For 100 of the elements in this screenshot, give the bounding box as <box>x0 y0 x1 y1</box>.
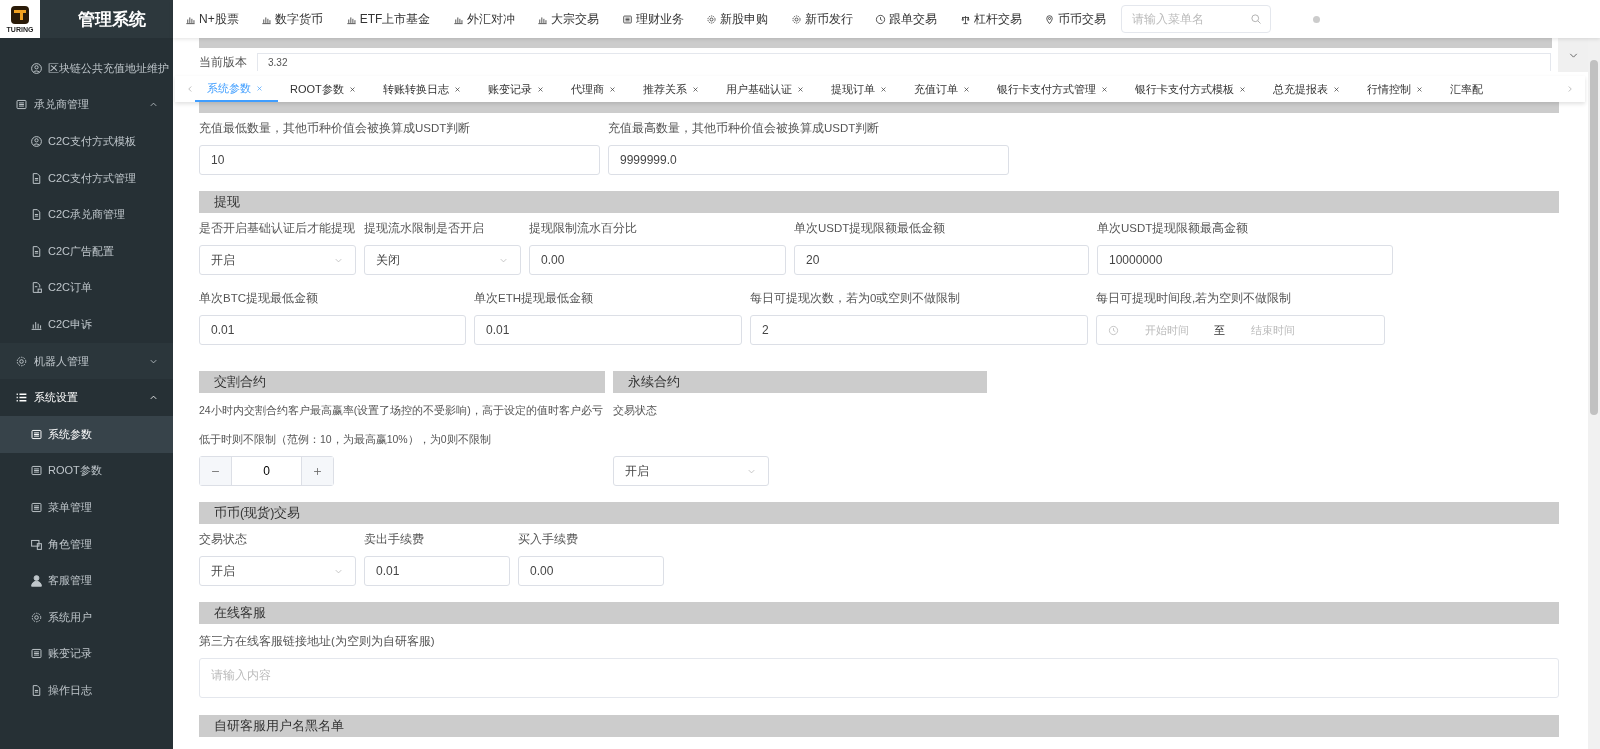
scrollbar-thumb[interactable] <box>1590 60 1598 415</box>
sidebar-item[interactable]: 系统参数 <box>0 415 173 453</box>
sidebar-item[interactable]: 操作日志 <box>0 672 173 709</box>
nav-item[interactable]: 跟单交易 <box>875 10 938 28</box>
input-field[interactable]: 0.01 <box>199 315 466 345</box>
doc-icon <box>30 683 43 697</box>
tab[interactable]: 代理商 <box>558 76 631 102</box>
monitor-icon <box>30 537 43 551</box>
field-label: 提现流水限制是否开启 <box>364 221 485 236</box>
tab[interactable]: 提现订单 <box>818 76 902 102</box>
nav-item[interactable]: 杠杆交易 <box>959 10 1022 28</box>
field-label: 24小时内交割合约客户最高赢率(设置了场控的不受影响)，高于设定的值时客户必亏 <box>199 404 603 418</box>
tab[interactable]: 银行卡支付方式管理 <box>984 76 1123 102</box>
sidebar-item[interactable]: C2C支付方式模板 <box>0 123 173 160</box>
input-field[interactable]: 9999999.0 <box>608 145 1009 175</box>
plus-icon <box>312 465 323 477</box>
field-label: 单次USDT提现限额最高金额 <box>1097 221 1250 236</box>
field-label: 卖出手续费 <box>364 532 425 547</box>
field-label: 是否开启基础认证后才能提现 <box>199 221 356 236</box>
pin-icon <box>1044 13 1056 25</box>
collapse-button[interactable] <box>1558 38 1588 72</box>
field-label: 买入手续费 <box>518 532 579 547</box>
field-label: 交易状态 <box>199 532 248 547</box>
nav-item[interactable]: 数字货币 <box>261 10 324 28</box>
tab[interactable]: 账变记录 <box>475 76 559 102</box>
input-field[interactable]: 0.01 <box>474 315 742 345</box>
nav-item[interactable]: 大宗交易 <box>537 10 600 28</box>
sidebar-group[interactable]: 机器人管理 <box>0 342 173 380</box>
sidebar-item[interactable]: 系统用户 <box>0 598 173 636</box>
doc-icon <box>30 171 43 185</box>
field-label: 提现限制流水百分比 <box>529 221 638 236</box>
time-range-field[interactable]: 开始时间 至 结束时间 <box>1096 315 1385 345</box>
input-field[interactable]: 0.00 <box>529 245 786 275</box>
gear-icon <box>706 13 718 25</box>
nav-item[interactable]: 新股申购 <box>706 10 769 28</box>
nav-item[interactable]: ETF上市基金 <box>345 10 431 28</box>
input-field[interactable]: 2 <box>750 315 1088 345</box>
list-icon <box>621 13 633 25</box>
list-icon <box>30 427 43 441</box>
doc-icon <box>30 244 43 258</box>
field-label: 单次BTC提现最低金额 <box>199 291 319 306</box>
select-field[interactable]: 开启 <box>199 556 356 586</box>
clock-icon <box>875 13 887 25</box>
lever-icon <box>959 13 971 25</box>
sidebar-item[interactable]: C2C订单 <box>0 269 173 307</box>
nav-item[interactable]: 外汇对冲 <box>452 10 515 28</box>
input-field[interactable]: 0.01 <box>364 556 510 586</box>
section-header: 自研客服用户名黑名单 <box>199 715 1559 737</box>
sidebar-item[interactable]: 客服管理 <box>0 562 173 599</box>
input-field[interactable]: 0.00 <box>518 556 664 586</box>
tab[interactable]: 行情控制 <box>1354 76 1438 102</box>
nav-item[interactable]: N+股票 <box>185 10 239 28</box>
gear-icon <box>790 13 802 25</box>
select-field[interactable]: 开启 <box>199 245 356 275</box>
sidebar-item[interactable]: C2C广告配置 <box>0 232 173 270</box>
field-label: 每日可提现时间段,若为空则不做限制 <box>1096 291 1293 306</box>
input-field[interactable]: 10000000 <box>1097 245 1393 275</box>
section-header: 币币(现货)交易 <box>199 502 1559 524</box>
field-label: 每日可提现次数，若为0或空则不做限制 <box>750 291 962 306</box>
field-label: 当前版本 <box>199 54 247 70</box>
input-field[interactable]: 20 <box>794 245 1089 275</box>
tab[interactable]: 汇率配 <box>1437 76 1497 102</box>
tab[interactable]: 充值订单 <box>901 76 985 102</box>
number-stepper[interactable]: 0 <box>199 456 334 486</box>
section-header: 永续合约 <box>613 371 987 393</box>
sidebar-item[interactable]: 账变记录 <box>0 635 173 673</box>
sidebar-item[interactable]: C2C承兑商管理 <box>0 196 173 233</box>
tab[interactable]: 推荐关系 <box>630 76 714 102</box>
sidebar-item[interactable]: C2C申诉 <box>0 306 173 343</box>
list-icon <box>15 98 28 112</box>
user-icon <box>30 61 43 75</box>
tab[interactable]: 银行卡支付方式模板 <box>1122 76 1261 102</box>
nav-item[interactable]: 新币发行 <box>790 10 853 28</box>
sidebar-item[interactable]: 区块链公共充值地址维护 <box>0 50 173 87</box>
sidebar-item[interactable]: 菜单管理 <box>0 489 173 526</box>
tab[interactable]: 用户基础认证 <box>713 76 819 102</box>
doclock-icon <box>30 281 43 295</box>
section-header: 在线客服 <box>199 602 1559 624</box>
sidebar-item[interactable]: 角色管理 <box>0 525 173 563</box>
nav-item[interactable]: 理财业务 <box>621 10 684 28</box>
select-field[interactable]: 开启 <box>613 456 769 486</box>
nav-item[interactable]: 币币交易 <box>1044 10 1107 28</box>
gear-icon <box>15 354 28 368</box>
version-field[interactable]: 3.32 <box>257 53 1551 71</box>
sidebar-item[interactable]: ROOT参数 <box>0 452 173 490</box>
tab[interactable]: 转账转换日志 <box>370 76 476 102</box>
select-field[interactable]: 关闭 <box>364 245 521 275</box>
status-dot <box>1312 15 1320 23</box>
tab[interactable]: ROOT参数 <box>278 76 371 102</box>
field-label: 第三方在线客服链接地址(为空则为自研客服) <box>199 634 436 649</box>
doc-icon <box>30 208 43 222</box>
field-label: 单次USDT提现限额最低金额 <box>794 221 947 236</box>
sidebar-group[interactable]: 系统设置 <box>0 379 173 416</box>
sidebar-group[interactable]: 承兑商管理 <box>0 86 173 124</box>
sidebar-item[interactable]: C2C支付方式管理 <box>0 159 173 197</box>
text-area[interactable]: 请输入内容 <box>199 658 1559 698</box>
search-field[interactable]: 请输入菜单名 <box>1120 5 1271 33</box>
app-title: 管理系统 <box>78 8 146 31</box>
input-field[interactable]: 10 <box>199 145 600 175</box>
tab[interactable]: 总充提报表 <box>1260 76 1355 102</box>
